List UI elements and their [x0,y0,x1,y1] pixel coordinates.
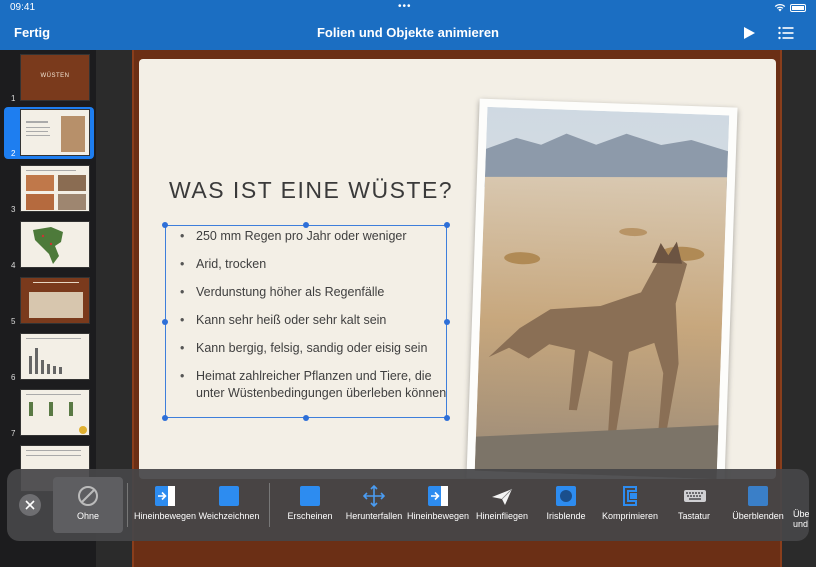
slide: WAS IST EINE WÜSTE? 250 mm Regen pro Jah… [139,59,776,479]
slide-preview: WÜSTEN [20,54,90,101]
bullet-item: Heimat zahlreicher Pflanzen und Tiere, d… [180,368,450,402]
status-bar: 09:41 ••• [0,0,816,16]
bullet-item: 250 mm Regen pro Jahr oder weniger [180,228,450,245]
slide-preview [20,333,90,380]
animation-partial[interactable]: Über und [787,477,809,533]
battery-icon [790,4,806,12]
animation-palette: Ohne Hineinbewegen Weichzeichnen Erschei… [7,469,809,541]
resize-handle[interactable] [444,415,450,421]
animation-label: Ohne [76,511,100,521]
dissolve-icon [218,485,240,507]
animation-list-icon[interactable] [778,26,794,40]
nav-bar: Fertig Folien und Objekte animieren [0,16,816,50]
selected-text-box[interactable]: 250 mm Regen pro Jahr oder weniger Arid,… [162,222,450,421]
resize-handle[interactable] [162,319,168,325]
slide-preview [20,277,90,324]
animation-typewriter[interactable]: Tastatur [659,477,729,533]
slide-preview [20,165,90,212]
cross-fade-icon [747,485,769,507]
bullet-item: Kann bergig, felsig, sandig oder eisig s… [180,340,450,357]
animation-dissolve[interactable]: Weichzeichnen [194,477,264,533]
animation-label: Über und [793,509,809,529]
bullet-item: Kann sehr heiß oder sehr kalt sein [180,312,450,329]
slide-thumbnail-3[interactable]: 3 [4,163,94,215]
animation-appear[interactable]: Erscheinen [275,477,345,533]
slide-thumbnail-4[interactable]: 4 [4,219,94,271]
bullet-item: Verdunstung höher als Regenfälle [180,284,450,301]
slide-preview [20,109,90,156]
slide-number: 5 [11,317,16,326]
iris-icon [555,485,577,507]
slide-number: 7 [11,429,16,438]
slide-thumbnail-7[interactable]: 7 [4,387,94,439]
slide-preview-title: WÜSTEN [40,73,70,79]
slide-number: 6 [11,373,16,382]
animation-fly-in[interactable]: Hineinfliegen [467,477,537,533]
resize-handle[interactable] [162,415,168,421]
bullet-list: 250 mm Regen pro Jahr oder weniger Arid,… [180,228,450,413]
slide-number: 3 [11,205,16,214]
slide-thumbnail-1[interactable]: 1 WÜSTEN [4,52,94,104]
slide-preview [20,389,90,436]
resize-handle[interactable] [162,222,168,228]
resize-handle[interactable] [303,415,309,421]
multitask-dots-icon[interactable]: ••• [398,1,412,12]
animation-iris[interactable]: Irisblende [531,477,601,533]
keyboard-icon [683,485,706,507]
animation-move-in-2[interactable]: Hineinbewegen [403,477,473,533]
coyote-photo[interactable] [466,98,738,479]
slide-thumbnail-2[interactable]: 2 [4,107,94,159]
none-icon [77,485,99,507]
animation-drop[interactable]: Herunterfallen [339,477,409,533]
slide-thumbnail-5[interactable]: 5 [4,275,94,327]
slide-number: 1 [11,94,16,103]
move-in-icon [427,485,449,507]
move-in-icon [154,485,176,507]
slide-preview [20,221,90,268]
slide-number: 4 [11,261,16,270]
play-icon[interactable] [742,26,756,40]
paper-plane-icon [491,485,513,507]
animation-compress[interactable]: Komprimieren [595,477,665,533]
clamp-icon [619,485,641,507]
slide-thumbnail-6[interactable]: 6 [4,331,94,383]
animation-cross-fade[interactable]: Überblenden [723,477,793,533]
animation-none[interactable]: Ohne [53,477,123,533]
status-time: 09:41 [10,2,36,13]
slide-number: 2 [11,149,16,158]
animation-label: Weichzeichnen [198,511,260,521]
wifi-icon [774,3,786,15]
page-title: Folien und Objekte animieren [316,25,500,40]
slide-title[interactable]: WAS IST EINE WÜSTE? [169,177,453,204]
bullet-item: Arid, trocken [180,256,450,273]
animation-move-in[interactable]: Hineinbewegen [130,477,200,533]
close-palette-button[interactable] [19,494,41,516]
keynote-app: 09:41 ••• Fertig Folien und Objekte anim… [0,0,816,567]
drop-arrows-icon [362,484,386,508]
appear-icon [299,485,321,507]
